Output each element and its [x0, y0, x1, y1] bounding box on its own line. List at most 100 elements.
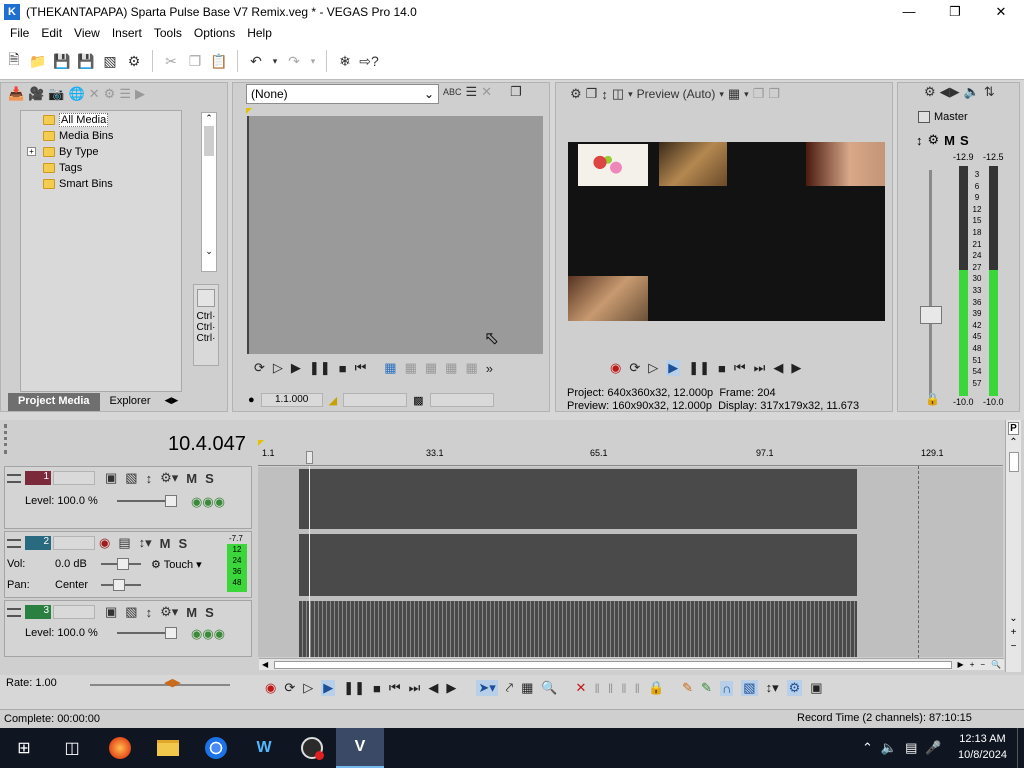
- fx-chain-icon[interactable]: ↕: [916, 133, 923, 148]
- insert-marker-icon[interactable]: ✎: [682, 680, 693, 696]
- master-fx-icon[interactable]: ⚙: [928, 132, 940, 148]
- compositing-icon[interactable]: ▧: [125, 470, 137, 486]
- audio-fx-icon[interactable]: ↕▾: [139, 535, 152, 551]
- track-minimize-icon[interactable]: [7, 539, 21, 548]
- network-icon[interactable]: ▤: [905, 740, 917, 756]
- lock-envelopes-icon[interactable]: ⚙: [786, 680, 803, 696]
- video-clip-track-3[interactable]: [299, 601, 857, 657]
- auto-preview-icon[interactable]: ▶: [135, 86, 145, 102]
- mute-button[interactable]: M: [186, 471, 197, 486]
- new-project-icon[interactable]: 🗎: [4, 51, 24, 71]
- trimmer-in-field[interactable]: [343, 393, 408, 407]
- add-after-icon[interactable]: ▦: [425, 360, 437, 376]
- pause-icon[interactable]: ❚❚: [343, 680, 365, 696]
- downmix-icon[interactable]: ◀▶: [940, 84, 960, 100]
- parent-icon[interactable]: ↕: [146, 605, 153, 620]
- zoom-out-h-icon[interactable]: −: [977, 660, 988, 669]
- scroll-left-icon[interactable]: ◀: [259, 660, 271, 669]
- master-fader-thumb[interactable]: [920, 306, 942, 324]
- volume-icon[interactable]: 🔈: [881, 740, 897, 756]
- dock-grip[interactable]: [4, 424, 12, 454]
- tray-chevron-icon[interactable]: ⌃: [862, 740, 873, 756]
- timeline-ruler[interactable]: [258, 450, 1003, 466]
- whats-this-help-icon[interactable]: ⇨?: [359, 51, 379, 71]
- track-motion-icon[interactable]: ▣: [105, 604, 117, 620]
- ignore-grouping-icon[interactable]: ▣: [810, 680, 822, 696]
- trimmer-time-field[interactable]: 1.1.000: [260, 393, 323, 407]
- record-icon[interactable]: ◉: [265, 680, 276, 696]
- track-motion-icon[interactable]: ▣: [105, 470, 117, 486]
- render-icon[interactable]: ▧: [100, 51, 120, 71]
- spelling-abc-icon[interactable]: ABC: [443, 87, 462, 97]
- overlays-grid-icon[interactable]: ▦: [728, 86, 740, 102]
- next-frame-icon[interactable]: ▶: [791, 360, 801, 376]
- show-desktop-button[interactable]: [1017, 728, 1024, 768]
- go-to-start-icon[interactable]: ⏮: [389, 680, 401, 696]
- playhead-handle[interactable]: [306, 451, 313, 464]
- go-to-end-icon[interactable]: ⏭: [754, 360, 766, 376]
- dim-output-icon[interactable]: 🔈: [964, 84, 980, 100]
- scroll-up-icon[interactable]: ⌃: [1006, 437, 1021, 448]
- remove-media-icon[interactable]: ✕: [89, 86, 100, 102]
- sort-icon[interactable]: ☰: [466, 84, 478, 100]
- copy-snapshot-icon[interactable]: ❐: [753, 86, 765, 102]
- save-as-icon[interactable]: 💾: [76, 51, 96, 71]
- trimmer-view[interactable]: [247, 116, 543, 354]
- tree-item-smart-bins[interactable]: Smart Bins: [43, 177, 113, 191]
- paste-icon[interactable]: 📋: [209, 51, 229, 71]
- pause-icon[interactable]: ❚❚: [309, 360, 331, 376]
- master-solo-button[interactable]: S: [960, 133, 969, 148]
- lock-meters-icon[interactable]: ⇅: [984, 84, 995, 100]
- track-name-field[interactable]: [53, 605, 95, 619]
- play-icon[interactable]: ▶: [291, 360, 301, 376]
- track-minimize-icon[interactable]: [7, 474, 21, 483]
- snapping-icon[interactable]: ∩: [719, 680, 734, 696]
- tab-scroll-arrows[interactable]: ◀▶: [161, 393, 183, 411]
- selection-tool-icon[interactable]: ▦: [521, 680, 533, 696]
- prev-frame-icon[interactable]: ◀: [773, 360, 783, 376]
- track-minimize-icon[interactable]: [7, 608, 21, 617]
- automation-mode[interactable]: ⚙ Touch ▾: [151, 558, 202, 571]
- clock[interactable]: 12:13 AM 10/8/2024: [958, 731, 1007, 763]
- maximize-button[interactable]: ❐: [932, 0, 978, 23]
- open-icon[interactable]: 📁: [28, 51, 48, 71]
- overlays-dropdown-icon[interactable]: ▾: [744, 89, 749, 100]
- marker-p-icon[interactable]: P: [1008, 422, 1019, 435]
- menu-help[interactable]: Help: [241, 26, 278, 40]
- pan-slider-thumb[interactable]: [113, 579, 125, 591]
- parent-icon[interactable]: ↕: [146, 471, 153, 486]
- zoom-in-h-icon[interactable]: +: [967, 660, 978, 669]
- stop-icon[interactable]: ■: [339, 361, 347, 376]
- timeline-timecode[interactable]: 10.4.047: [168, 433, 246, 456]
- menu-view[interactable]: View: [68, 26, 106, 40]
- zoom-tool-icon[interactable]: 🔍: [541, 680, 557, 696]
- mute-button[interactable]: M: [186, 605, 197, 620]
- minimize-button[interactable]: —: [886, 0, 932, 23]
- tab-project-media[interactable]: Project Media: [8, 393, 100, 411]
- prev-frame-icon[interactable]: ◀: [428, 680, 438, 696]
- timeline-horizontal-scrollbar[interactable]: ◀ ▶ + − 🔍: [259, 658, 1004, 670]
- import-media-icon[interactable]: 📥: [8, 86, 24, 102]
- redo-dropdown-icon[interactable]: ▾: [308, 51, 318, 71]
- solo-button[interactable]: S: [205, 605, 214, 620]
- media-fx-icon[interactable]: ⚙: [104, 86, 116, 102]
- preview-properties-gear-icon[interactable]: ⚙: [570, 86, 582, 102]
- video-clip-track-1[interactable]: [299, 469, 857, 529]
- lock-icon[interactable]: 🔒: [925, 392, 940, 406]
- scroll-up-icon[interactable]: ⌃: [202, 113, 216, 124]
- properties-gear-icon[interactable]: ⚙: [124, 51, 144, 71]
- tree-item-media-bins[interactable]: Media Bins: [43, 129, 113, 143]
- invert-phase-icon[interactable]: ▤: [118, 535, 130, 551]
- views-icon[interactable]: ☰: [119, 86, 131, 102]
- expand-plus-icon[interactable]: +: [27, 147, 36, 156]
- fit-icon[interactable]: ▦: [465, 360, 477, 376]
- lock-icon[interactable]: 🔒: [648, 680, 664, 696]
- trim-start-icon[interactable]: ‖: [608, 681, 613, 696]
- track-fx-icon[interactable]: ⚙▾: [160, 470, 178, 486]
- scroll-right-icon[interactable]: ▶: [955, 660, 967, 669]
- loop-icon[interactable]: ⟳: [254, 360, 265, 376]
- pause-icon[interactable]: ❚❚: [688, 360, 710, 376]
- volume-slider-thumb[interactable]: [117, 558, 129, 570]
- auto-ripple-icon[interactable]: ↕▾: [766, 680, 779, 696]
- task-view-icon[interactable]: ◫: [48, 728, 96, 768]
